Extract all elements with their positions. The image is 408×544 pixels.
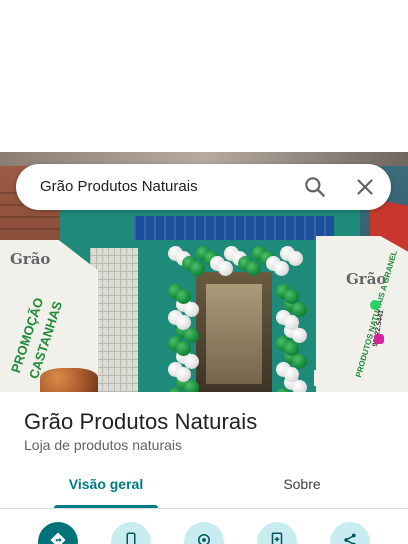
call-button[interactable] <box>111 522 151 544</box>
balloon <box>246 261 261 276</box>
balloon <box>284 315 299 330</box>
balloon <box>184 328 199 343</box>
nearby-button[interactable] <box>184 522 224 544</box>
balloon <box>184 354 199 369</box>
share-icon <box>344 533 356 544</box>
place-category: Loja de produtos naturais <box>24 437 182 453</box>
cashew-display <box>40 368 98 392</box>
search-icon[interactable] <box>302 174 328 200</box>
balloon <box>176 367 191 382</box>
whatsapp-icon <box>370 300 380 310</box>
balloon <box>292 302 307 317</box>
balloon <box>176 341 191 356</box>
balloon <box>176 289 191 304</box>
right-banner: Grão PRODUTOS NATURAIS A GRANEL 99922.54… <box>316 236 408 392</box>
instagram-icon <box>374 334 384 344</box>
balloon <box>184 302 199 317</box>
balloon <box>292 354 307 369</box>
directions-icon <box>50 532 66 544</box>
balloon <box>284 341 299 356</box>
banner-products-text: PRODUTOS NATURAIS A GRANEL <box>354 249 399 379</box>
directions-button[interactable] <box>38 522 78 544</box>
balloon <box>190 261 205 276</box>
share-button[interactable] <box>330 522 370 544</box>
balloon <box>284 289 299 304</box>
balloon <box>218 261 233 276</box>
balloon <box>292 380 307 392</box>
close-icon[interactable] <box>352 174 378 200</box>
tabs-divider <box>0 508 408 509</box>
save-icon <box>271 532 283 544</box>
banner-brand: Grão <box>10 250 51 268</box>
map-top-area <box>0 0 408 152</box>
place-name: Grão Produtos Naturais <box>24 409 258 434</box>
phone-icon <box>126 532 136 544</box>
balloon <box>284 367 299 382</box>
balloon <box>184 380 199 392</box>
balloon <box>274 261 289 276</box>
balloon <box>288 251 303 266</box>
balloon <box>176 315 191 330</box>
search-query[interactable]: Grão Produtos Naturais <box>40 178 198 195</box>
tab-about[interactable]: Sobre <box>204 476 400 506</box>
search-bar[interactable]: Grão Produtos Naturais <box>16 164 391 210</box>
save-button[interactable] <box>257 522 297 544</box>
tab-overview[interactable]: Visão geral <box>24 476 188 506</box>
balloon <box>292 328 307 343</box>
location-icon <box>198 534 210 544</box>
